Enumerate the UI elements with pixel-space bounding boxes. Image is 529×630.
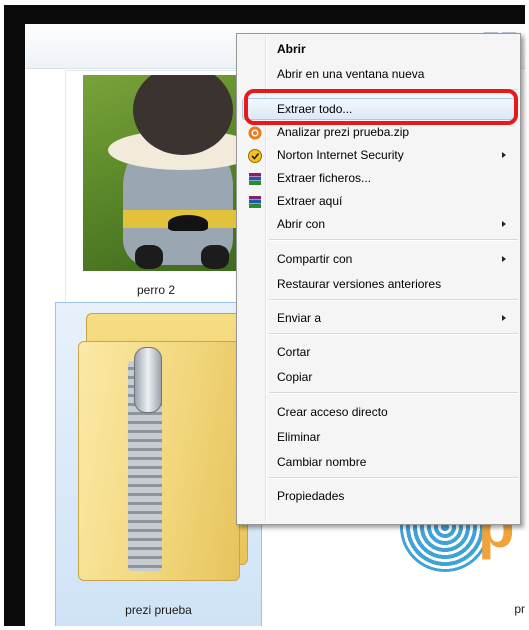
submenu-arrow-icon [502, 315, 506, 321]
submenu-arrow-icon [502, 152, 506, 158]
file-label: prezi prueba [125, 603, 192, 617]
menu-item-cut[interactable]: Cortar [239, 341, 518, 363]
photo-thumbnail [83, 75, 243, 271]
menu-item-extract-here[interactable]: Extraer aquí [239, 190, 518, 212]
menu-item-norton[interactable]: Norton Internet Security [239, 144, 518, 166]
menu-item-rename[interactable]: Cambiar nombre [239, 451, 518, 473]
submenu-arrow-icon [502, 221, 506, 227]
file-label: pr [514, 602, 525, 616]
menu-item-open-with[interactable]: Abrir con [239, 213, 518, 235]
file-tile-perro-2[interactable]: perro 2 [65, 70, 247, 314]
menu-item-copy[interactable]: Copiar [239, 366, 518, 388]
menu-separator [269, 333, 518, 335]
menu-item-properties[interactable]: Propiedades [239, 485, 518, 507]
submenu-arrow-icon [502, 256, 506, 262]
menu-item-open[interactable]: Abrir [239, 38, 518, 60]
menu-separator [269, 392, 518, 394]
red-highlight-outline [244, 89, 518, 125]
menu-separator [269, 477, 518, 479]
avast-icon [248, 125, 262, 140]
menu-item-delete[interactable]: Eliminar [239, 426, 518, 448]
menu-separator [269, 299, 518, 301]
menu-item-send-to[interactable]: Enviar a [239, 307, 518, 329]
menu-item-open-new-window[interactable]: Abrir en una ventana nueva [239, 63, 518, 85]
menu-item-restore-versions[interactable]: Restaurar versiones anteriores [239, 273, 518, 295]
menu-item-create-shortcut[interactable]: Crear acceso directo [239, 401, 518, 423]
menu-separator [269, 239, 518, 241]
winrar-icon [248, 194, 262, 208]
winrar-icon [248, 171, 262, 185]
menu-item-extract-files[interactable]: Extraer ficheros... [239, 167, 518, 189]
menu-item-share-with[interactable]: Compartir con [239, 248, 518, 270]
file-label: perro 2 [136, 283, 176, 297]
file-tile-prezi-prueba[interactable]: prezi prueba [55, 302, 262, 626]
norton-icon [248, 148, 262, 163]
